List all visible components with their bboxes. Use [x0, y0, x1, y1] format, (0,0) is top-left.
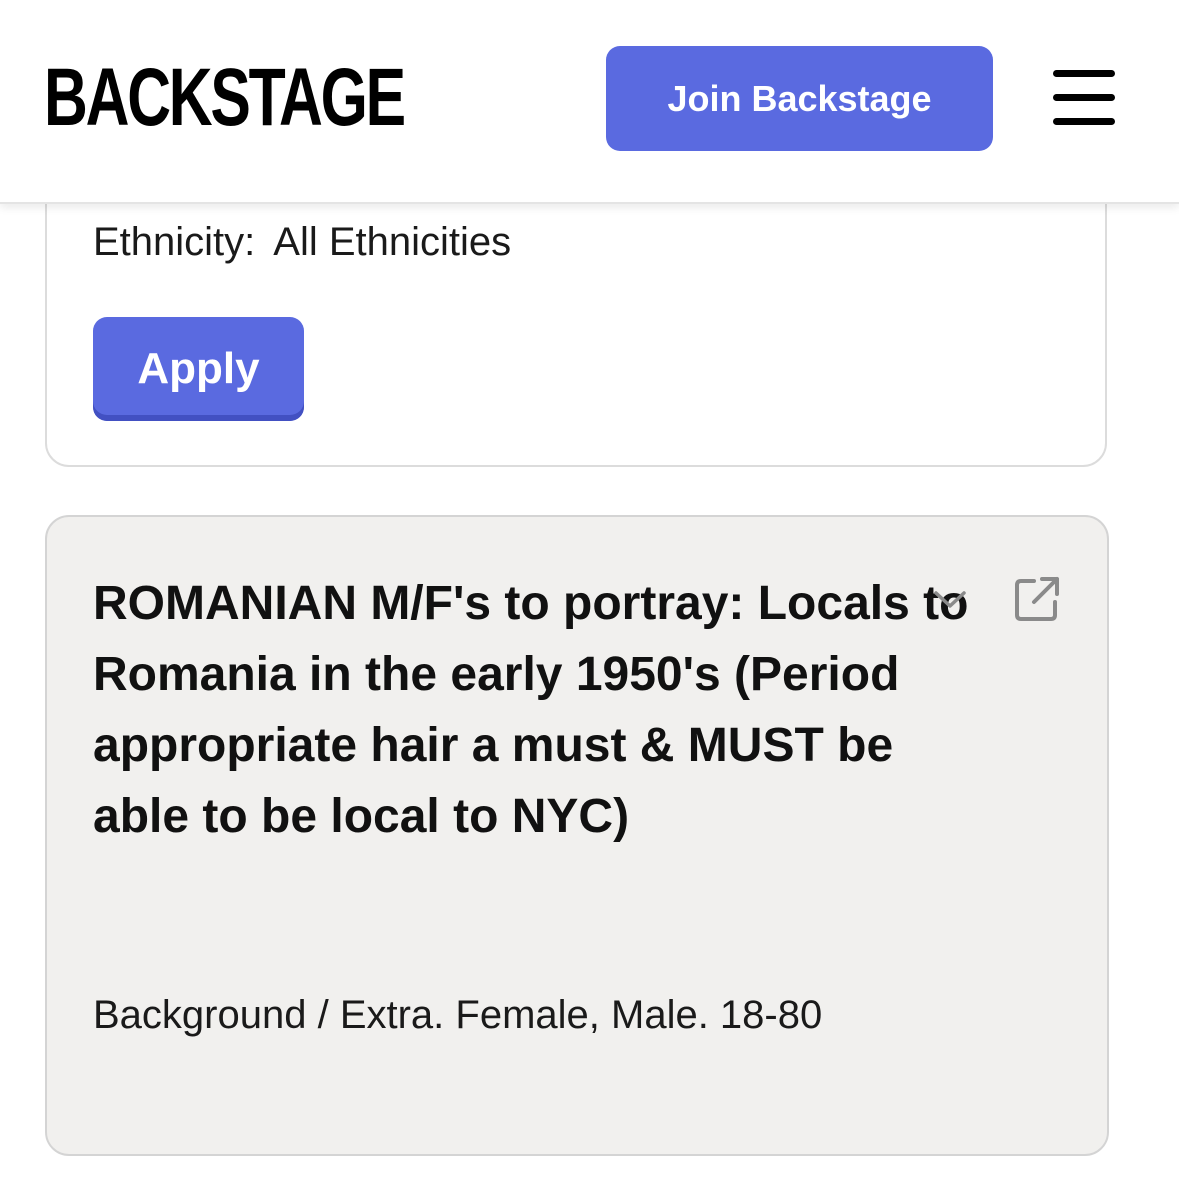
role-meta: Background / Extra. Female, Male. 18-80 — [93, 993, 823, 1037]
ethnicity-value: All Ethnicities — [273, 220, 512, 264]
chevron-down-icon[interactable] — [930, 584, 970, 614]
ethnicity-label: Ethnicity: — [93, 220, 256, 264]
role-title[interactable]: ROMANIAN M/F's to portray: Locals to Rom… — [93, 568, 983, 852]
join-backstage-button[interactable]: Join Backstage — [606, 46, 993, 151]
hamburger-menu-icon[interactable] — [1050, 68, 1118, 128]
ethnicity-filter: Ethnicity: All Ethnicities — [93, 216, 511, 268]
site-header: BACKSTAGE Join Backstage — [0, 0, 1179, 204]
apply-button[interactable]: Apply — [93, 317, 304, 421]
external-link-icon[interactable] — [1012, 574, 1062, 624]
backstage-logo[interactable]: BACKSTAGE — [44, 52, 406, 144]
